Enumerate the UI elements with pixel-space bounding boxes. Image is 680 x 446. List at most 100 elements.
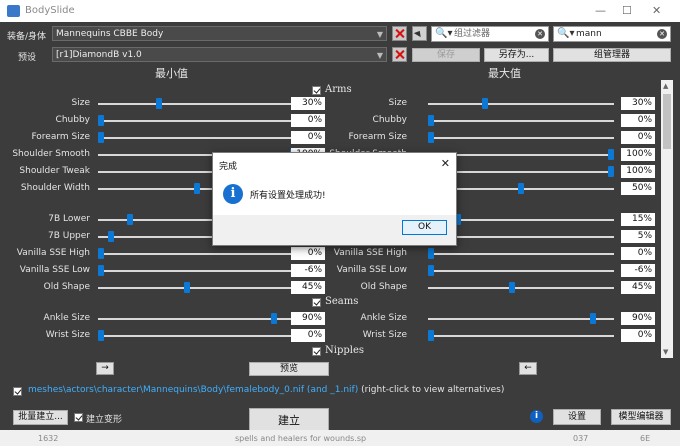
slider-value-max[interactable]: 100% xyxy=(621,148,655,161)
slider-thumb-min[interactable] xyxy=(270,313,277,324)
slider-track-max[interactable] xyxy=(428,318,614,320)
slider-value-max[interactable]: 5% xyxy=(621,230,655,243)
slider-track-max[interactable] xyxy=(428,253,614,255)
slider-value-min[interactable]: 0% xyxy=(291,131,325,144)
slider-value-max[interactable]: 0% xyxy=(621,114,655,127)
scroll-thumb[interactable] xyxy=(663,94,671,149)
output-path[interactable]: meshes\actors\character\Mannequins\Body\… xyxy=(28,385,504,395)
slider-thumb-max[interactable] xyxy=(428,132,434,143)
clear-icon[interactable]: ✕ xyxy=(535,29,545,39)
slider-value-min[interactable]: -6% xyxy=(291,264,325,277)
slider-value-min[interactable]: 90% xyxy=(291,312,325,325)
dialog-close-icon[interactable]: ✕ xyxy=(441,157,450,170)
slider-label-min: Size xyxy=(71,98,90,108)
group-filter-placeholder: 组过滤器 xyxy=(454,29,491,39)
slider-track-max[interactable] xyxy=(428,103,614,105)
outfit-filter-input[interactable]: 🔍▾ mann ✕ xyxy=(553,26,671,42)
slider-track-min[interactable] xyxy=(98,253,296,255)
delete-outfit-button[interactable] xyxy=(392,26,407,41)
ok-button[interactable]: OK xyxy=(402,220,447,235)
slider-value-min[interactable]: 0% xyxy=(291,329,325,342)
slider-thumb-min[interactable] xyxy=(126,214,133,225)
slider-value-max[interactable]: 15% xyxy=(621,213,655,226)
slider-track-min[interactable] xyxy=(98,318,296,320)
scroll-down-icon[interactable]: ▼ xyxy=(663,348,668,356)
delete-preset-button[interactable] xyxy=(392,47,407,62)
slider-thumb-max[interactable] xyxy=(428,265,434,276)
slider-track-min[interactable] xyxy=(98,270,296,272)
scroll-up-icon[interactable]: ▲ xyxy=(663,82,668,90)
group-filter-input[interactable]: 🔍▾ 组过滤器 ✕ xyxy=(431,26,549,42)
arms-group-label: Arms xyxy=(325,84,352,95)
settings-button[interactable]: 设置 xyxy=(553,409,601,425)
slider-track-max[interactable] xyxy=(428,270,614,272)
slider-track-max[interactable] xyxy=(428,120,614,122)
slider-track-max[interactable] xyxy=(428,137,614,139)
slider-track-min[interactable] xyxy=(98,335,296,337)
slider-thumb-min[interactable] xyxy=(98,265,104,276)
nipples-group-checkbox[interactable] xyxy=(312,347,321,356)
info-icon[interactable]: i xyxy=(530,410,543,423)
slider-label-min: Old Shape xyxy=(43,282,90,292)
slider-value-max[interactable]: 0% xyxy=(621,247,655,260)
outfit-select[interactable]: Mannequins CBBE Body ▼ xyxy=(52,26,387,41)
slider-value-min[interactable]: 30% xyxy=(291,97,325,110)
slider-value-min[interactable]: 0% xyxy=(291,247,325,260)
preset-label: 预设 xyxy=(18,53,37,63)
slider-value-max[interactable]: 100% xyxy=(621,165,655,178)
slider-thumb-max[interactable] xyxy=(608,149,614,160)
slider-track-max[interactable] xyxy=(428,287,614,289)
slider-thumb-max[interactable] xyxy=(590,313,596,324)
maximize-button[interactable]: ☐ xyxy=(622,4,632,17)
arms-group-checkbox[interactable] xyxy=(312,86,321,95)
slider-thumb-min[interactable] xyxy=(155,98,162,109)
preview-button[interactable]: 预览 xyxy=(249,362,329,376)
slider-thumb-max[interactable] xyxy=(428,115,434,126)
copy-right-arrow-button[interactable]: → xyxy=(96,362,114,375)
slider-value-min[interactable]: 45% xyxy=(291,281,325,294)
copy-left-arrow-button[interactable]: ← xyxy=(519,362,537,375)
slider-thumb-min[interactable] xyxy=(184,282,191,293)
slider-track-max[interactable] xyxy=(428,335,614,337)
slider-thumb-max[interactable] xyxy=(428,248,434,259)
outfit-studio-button[interactable]: 模型编辑器 xyxy=(611,409,671,425)
group-manager-button[interactable]: 组管理器 xyxy=(553,48,671,62)
background-window-strip: 1632 spells and healers for wounds.sp 03… xyxy=(0,430,680,446)
slider-thumb-max[interactable] xyxy=(428,330,434,341)
save-as-button[interactable]: 另存为... xyxy=(484,48,549,62)
slider-thumb-max[interactable] xyxy=(608,166,614,177)
build-morphs-checkbox[interactable] xyxy=(74,413,83,422)
close-button[interactable]: ✕ xyxy=(652,4,661,17)
preset-select[interactable]: [r1]DiamondB v1.0 ▼ xyxy=(52,47,387,62)
save-button[interactable]: 保存 xyxy=(412,48,480,62)
slider-track-min[interactable] xyxy=(98,103,296,105)
slider-value-max[interactable]: 30% xyxy=(621,97,655,110)
slider-scrollbar[interactable]: ▲ ▼ xyxy=(661,80,673,358)
slider-thumb-min[interactable] xyxy=(98,132,104,143)
minimize-button[interactable]: — xyxy=(595,4,606,17)
slider-track-min[interactable] xyxy=(98,137,296,139)
slider-value-max[interactable]: -6% xyxy=(621,264,655,277)
slider-thumb-max[interactable] xyxy=(518,183,524,194)
pick-button[interactable] xyxy=(412,26,427,41)
slider-value-max[interactable]: 45% xyxy=(621,281,655,294)
slider-track-min[interactable] xyxy=(98,287,296,289)
slider-thumb-max[interactable] xyxy=(482,98,488,109)
slider-thumb-max[interactable] xyxy=(509,282,515,293)
slider-thumb-min[interactable] xyxy=(98,248,104,259)
slider-value-max[interactable]: 0% xyxy=(621,329,655,342)
clear-icon[interactable]: ✕ xyxy=(657,29,667,39)
slider-value-max[interactable]: 90% xyxy=(621,312,655,325)
seams-group-checkbox[interactable] xyxy=(312,298,321,307)
dialog-body: i 所有设置处理成功! xyxy=(213,175,456,215)
slider-value-min[interactable]: 0% xyxy=(291,114,325,127)
slider-value-max[interactable]: 50% xyxy=(621,182,655,195)
slider-thumb-min[interactable] xyxy=(107,231,114,242)
slider-thumb-min[interactable] xyxy=(98,330,104,341)
slider-thumb-min[interactable] xyxy=(194,183,200,194)
slider-track-min[interactable] xyxy=(98,120,296,122)
batch-build-button[interactable]: 批量建立... xyxy=(13,410,68,425)
slider-thumb-min[interactable] xyxy=(98,115,104,126)
path-checkbox[interactable] xyxy=(13,387,22,396)
slider-value-max[interactable]: 0% xyxy=(621,131,655,144)
